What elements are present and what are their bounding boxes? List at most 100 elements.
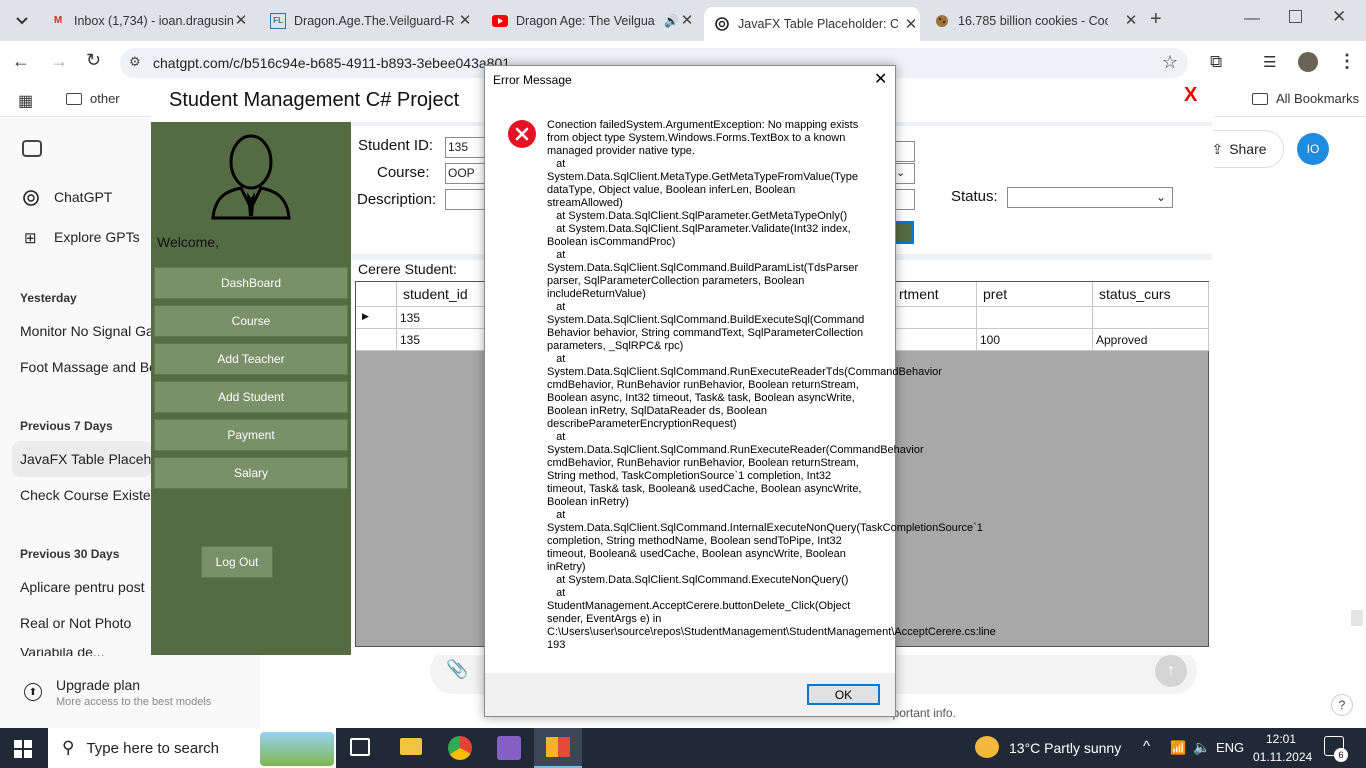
browser-tab-chatgpt[interactable]: JavaFX Table Placeholder: Cu ✕: [704, 7, 920, 41]
winforms-app-task[interactable]: [534, 728, 582, 768]
current-row-indicator-icon[interactable]: ▶: [356, 307, 397, 329]
chat-history-item[interactable]: Check Course Existen: [20, 487, 159, 503]
visual-studio-icon[interactable]: [497, 736, 521, 760]
row-header[interactable]: [356, 329, 397, 351]
chat-history-item[interactable]: Monitor No Signal Ga: [20, 323, 154, 339]
form-field-right-2[interactable]: [893, 189, 915, 210]
logout-button[interactable]: Log Out: [201, 546, 273, 578]
app-title: Student Management C# Project: [169, 89, 460, 111]
student-id-label: Student ID:: [358, 137, 434, 154]
ok-button[interactable]: OK: [807, 684, 880, 705]
sidebar-item-explore[interactable]: Explore GPTs: [54, 229, 140, 245]
task-view-icon[interactable]: [350, 738, 370, 756]
chevron-down-icon: [16, 17, 28, 25]
table-cell[interactable]: [893, 307, 977, 329]
minimize-icon[interactable]: —: [1244, 10, 1260, 28]
network-icon[interactable]: 📶: [1170, 740, 1186, 756]
chat-history-item[interactable]: Aplicare pentru post: [20, 579, 145, 595]
restore-icon[interactable]: [1289, 10, 1302, 23]
close-icon[interactable]: ✕: [1122, 11, 1140, 29]
clock-date[interactable]: 01.11.2024: [1253, 750, 1312, 764]
forward-arrow-icon[interactable]: →: [50, 51, 68, 72]
table-cell[interactable]: [977, 307, 1093, 329]
nav-add-student-button[interactable]: Add Student: [154, 381, 348, 413]
speaker-icon[interactable]: 🔊: [664, 14, 679, 28]
grid-title: Cerere Student:: [358, 261, 457, 277]
file-explorer-icon[interactable]: [400, 738, 422, 755]
column-header[interactable]: rtment: [893, 282, 977, 307]
upgrade-plan-button[interactable]: Upgrade plan: [56, 677, 140, 693]
chat-history-item-active[interactable]: JavaFX Table Placehol: [20, 451, 162, 467]
chat-history-item[interactable]: Variabila de...: [20, 648, 151, 656]
clock-time[interactable]: 12:01: [1266, 732, 1296, 746]
table-cell[interactable]: 135: [397, 307, 493, 329]
close-icon[interactable]: ✕: [456, 11, 474, 29]
fitgirl-icon: FL: [270, 12, 286, 29]
tab-search-button[interactable]: [8, 8, 36, 34]
status-select[interactable]: ⌄: [1007, 187, 1173, 208]
chat-history-item[interactable]: Real or Not Photo: [20, 615, 131, 631]
form-field-right[interactable]: [893, 141, 915, 162]
chevron-down-icon: ⌄: [1155, 190, 1166, 204]
browser-tab-fitgirl[interactable]: FL Dragon.Age.The.Veilguard-R ✕: [270, 7, 474, 34]
table-cell[interactable]: 135: [397, 329, 493, 351]
form-dropdown-right[interactable]: ⌄: [893, 163, 915, 184]
description-label: Description:: [357, 191, 437, 208]
taskbar-search-box[interactable]: ⚲ Type here to search: [48, 728, 336, 768]
notification-count-badge: 6: [1334, 748, 1348, 762]
nav-add-teacher-button[interactable]: Add Teacher: [154, 343, 348, 375]
back-arrow-icon[interactable]: ←: [12, 51, 30, 72]
close-icon[interactable]: ✕: [232, 11, 250, 29]
table-cell[interactable]: [1093, 307, 1209, 329]
language-indicator[interactable]: ENG: [1216, 740, 1244, 755]
nav-payment-button[interactable]: Payment: [154, 419, 348, 451]
sidebar-item-chatgpt[interactable]: ChatGPT: [54, 189, 112, 205]
extensions-icon[interactable]: ⧉: [1210, 52, 1222, 72]
weather-text[interactable]: 13°C Partly sunny: [1009, 740, 1121, 756]
user-avatar[interactable]: IO: [1297, 133, 1329, 165]
reload-icon[interactable]: ↻: [86, 50, 101, 71]
menu-dots-icon[interactable]: ⋮: [1338, 51, 1356, 72]
chrome-icon[interactable]: [448, 736, 472, 760]
close-icon[interactable]: ✕: [678, 11, 696, 29]
help-button[interactable]: ?: [1331, 694, 1353, 716]
url-text: chatgpt.com/c/b516c94e-b685-4911-b893-3e…: [153, 55, 511, 71]
bookmark-star-icon[interactable]: ☆: [1162, 52, 1178, 73]
send-icon[interactable]: ↑: [1155, 655, 1187, 687]
volume-icon[interactable]: 🔈: [1193, 739, 1210, 756]
nav-course-button[interactable]: Course: [154, 305, 348, 337]
table-cell[interactable]: 100: [977, 329, 1093, 351]
column-header[interactable]: status_curs: [1093, 282, 1209, 307]
browser-tab-gmail[interactable]: M Inbox (1,734) - ioan.dragusin ✕: [50, 7, 250, 34]
column-header[interactable]: student_id: [397, 282, 493, 307]
table-cell[interactable]: [893, 329, 977, 351]
section-heading: Previous 7 Days: [20, 419, 113, 433]
tray-chevron-icon[interactable]: ^: [1143, 738, 1150, 755]
column-header[interactable]: pret: [977, 282, 1093, 307]
app-close-button[interactable]: X: [1184, 84, 1197, 107]
dialog-close-icon[interactable]: ✕: [874, 69, 887, 89]
attach-icon[interactable]: 📎: [446, 659, 468, 680]
sidebar-toggle-icon[interactable]: [22, 140, 42, 157]
all-bookmarks[interactable]: All Bookmarks: [1252, 91, 1359, 106]
windows-start-icon[interactable]: [14, 740, 32, 758]
reading-list-icon[interactable]: ☰: [1263, 53, 1276, 71]
browser-tab-youtube[interactable]: Dragon Age: The Veilgua 🔊 ✕: [492, 7, 696, 34]
apps-grid-icon[interactable]: ▦: [18, 91, 33, 111]
new-tab-button[interactable]: +: [1150, 8, 1162, 31]
bookmark-folder-other[interactable]: other: [66, 91, 120, 106]
nav-salary-button[interactable]: Salary: [154, 457, 348, 489]
profile-avatar[interactable]: [1298, 52, 1318, 72]
browser-tab-cookies[interactable]: 16.785 billion cookies - Cool ✕: [934, 7, 1140, 34]
chat-history-item[interactable]: Foot Massage and Bo: [20, 359, 157, 375]
scrollbar-thumb[interactable]: [1351, 610, 1363, 626]
dialog-title: Error Message: [493, 73, 572, 87]
upgrade-subtitle: More access to the best models: [56, 696, 212, 708]
window-close-icon[interactable]: ✕: [1332, 7, 1346, 27]
table-cell[interactable]: Approved: [1093, 329, 1209, 351]
site-info-icon[interactable]: ⚙: [129, 54, 141, 70]
action-button[interactable]: [893, 221, 914, 244]
weather-icon: [975, 736, 999, 758]
nav-dashboard-button[interactable]: DashBoard: [154, 267, 348, 299]
close-icon[interactable]: ✕: [902, 15, 920, 33]
